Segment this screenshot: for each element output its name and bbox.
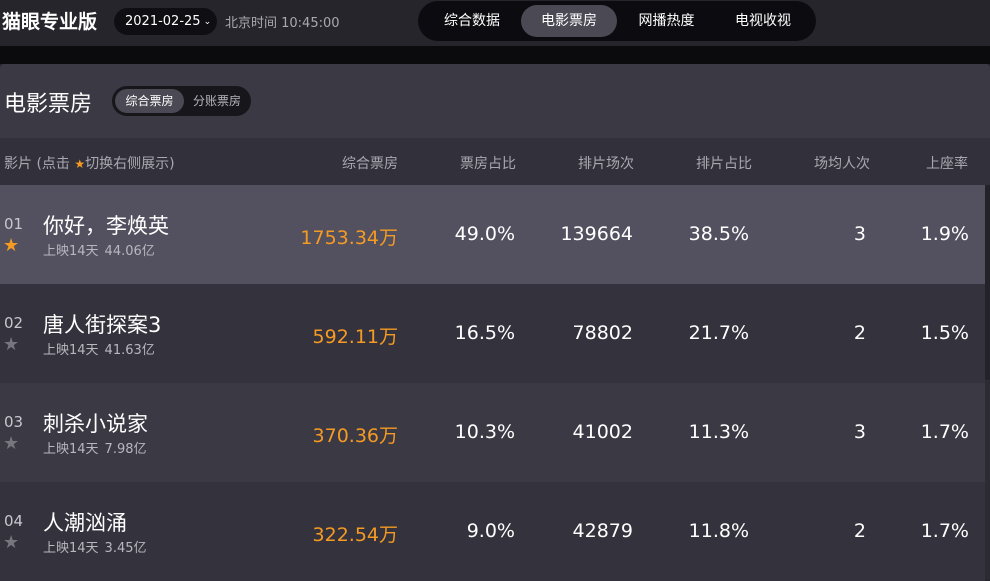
- movie-meta: 上映14天 41.63亿: [43, 339, 155, 358]
- movie-meta: 上映14天 3.45亿: [43, 537, 147, 556]
- rank-number: 04: [4, 512, 24, 530]
- star-icon[interactable]: ★: [3, 435, 19, 453]
- box-office-type-toggle: 综合票房 分账票房: [112, 86, 251, 116]
- segment-combined[interactable]: 综合票房: [115, 89, 184, 113]
- avg-per-show-value: 2: [853, 322, 866, 344]
- brand-title: 猫眼专业版: [2, 11, 98, 33]
- release-days: 上映14天: [43, 442, 99, 457]
- table-header: 影片 (点击 ★切换右侧展示) 综合票房 票房占比 排片场次 排片占比 场均人次…: [0, 138, 990, 185]
- box-office-value: 322.54万: [312, 524, 398, 546]
- header-show-share[interactable]: 排片占比: [696, 153, 752, 173]
- release-days: 上映14天: [43, 541, 99, 556]
- occupancy-value: 1.5%: [920, 322, 969, 344]
- header-divider: [0, 46, 990, 64]
- occupancy-value: 1.7%: [920, 520, 969, 542]
- header-box-share[interactable]: 票房占比: [460, 153, 516, 173]
- table-row[interactable]: 03 ★ 刺杀小说家 上映14天 7.98亿 370.36万 10.3% 4100…: [0, 383, 985, 482]
- show-share-value: 21.7%: [688, 322, 749, 344]
- panel-title: 电影票房: [4, 92, 93, 117]
- scrollbar-thumb[interactable]: [985, 185, 990, 380]
- header-avg-per-show[interactable]: 场均人次: [814, 153, 870, 173]
- cumulative-total: 41.63亿: [104, 343, 155, 358]
- date-picker[interactable]: 2021-02-25 ⌄: [114, 8, 217, 35]
- avg-per-show-value: 3: [853, 421, 866, 443]
- box-office-value: 370.36万: [312, 425, 398, 447]
- table-row[interactable]: 04 ★ 人潮汹涌 上映14天 3.45亿 322.54万 9.0% 42879 …: [0, 482, 985, 581]
- tab-overview[interactable]: 综合数据: [427, 5, 517, 37]
- cumulative-total: 7.98亿: [104, 442, 147, 457]
- table-row[interactable]: 02 ★ 唐人街探案3 上映14天 41.63亿 592.11万 16.5% 78…: [0, 284, 985, 383]
- box-share-value: 9.0%: [466, 520, 515, 542]
- scrollbar[interactable]: [985, 185, 990, 579]
- show-share-value: 38.5%: [688, 223, 749, 245]
- header-movie-text-before: 影片 (点击: [4, 156, 70, 172]
- show-share-value: 11.8%: [688, 520, 749, 542]
- occupancy-value: 1.9%: [920, 223, 969, 245]
- movie-meta: 上映14天 44.06亿: [43, 240, 155, 259]
- shows-value: 42879: [572, 520, 633, 542]
- rank-number: 01: [4, 215, 24, 233]
- tab-streaming-heat[interactable]: 网播热度: [621, 5, 712, 37]
- header-movie: 影片 (点击 ★切换右侧展示): [4, 153, 175, 173]
- star-icon[interactable]: ★: [3, 534, 19, 552]
- movie-name: 刺杀小说家: [43, 412, 148, 436]
- movie-name: 唐人街探案3: [43, 313, 162, 337]
- release-days: 上映14天: [43, 244, 99, 259]
- main-nav: 综合数据 电影票房 网播热度 电视收视: [418, 1, 816, 41]
- segment-split[interactable]: 分账票房: [186, 89, 248, 113]
- box-share-value: 49.0%: [454, 223, 515, 245]
- avg-per-show-value: 3: [853, 223, 866, 245]
- tab-tv-ratings[interactable]: 电视收视: [716, 5, 810, 37]
- header-shows[interactable]: 排片场次: [578, 153, 634, 173]
- box-share-value: 16.5%: [454, 322, 515, 344]
- release-days: 上映14天: [43, 343, 99, 358]
- star-icon[interactable]: ★: [3, 237, 19, 255]
- chevron-down-icon: ⌄: [203, 17, 212, 27]
- rank-number: 02: [4, 314, 24, 332]
- box-share-value: 10.3%: [454, 421, 515, 443]
- header-occupancy[interactable]: 上座率: [926, 153, 968, 173]
- date-value: 2021-02-25: [125, 14, 201, 29]
- movie-name: 人潮汹涌: [43, 511, 127, 535]
- box-office-panel: 电影票房 综合票房 分账票房 影片 (点击 ★切换右侧展示) 综合票房 票房占比…: [0, 64, 990, 581]
- beijing-clock: 北京时间 10:45:00: [225, 16, 340, 31]
- header-box-office[interactable]: 综合票房: [342, 153, 398, 173]
- movie-name: 你好，李焕英: [43, 214, 169, 238]
- cumulative-total: 3.45亿: [104, 541, 147, 556]
- movie-meta: 上映14天 7.98亿: [43, 438, 147, 457]
- cumulative-total: 44.06亿: [104, 244, 155, 259]
- box-office-value: 592.11万: [312, 326, 398, 348]
- shows-value: 78802: [572, 322, 633, 344]
- tab-box-office[interactable]: 电影票房: [521, 5, 617, 37]
- header-movie-text-after: 切换右侧展示): [85, 156, 175, 172]
- rank-number: 03: [4, 413, 24, 431]
- avg-per-show-value: 2: [853, 520, 866, 542]
- shows-value: 41002: [572, 421, 633, 443]
- star-icon[interactable]: ★: [3, 336, 19, 354]
- box-office-value: 1753.34万: [300, 227, 398, 249]
- top-bar: 猫眼专业版 2021-02-25 ⌄ 北京时间 10:45:00 综合数据 电影票…: [0, 0, 990, 46]
- table-row[interactable]: 01 ★ 你好，李焕英 上映14天 44.06亿 1753.34万 49.0% 1…: [0, 185, 985, 284]
- show-share-value: 11.3%: [688, 421, 749, 443]
- star-icon: ★: [74, 157, 86, 171]
- occupancy-value: 1.7%: [920, 421, 969, 443]
- shows-value: 139664: [560, 223, 633, 245]
